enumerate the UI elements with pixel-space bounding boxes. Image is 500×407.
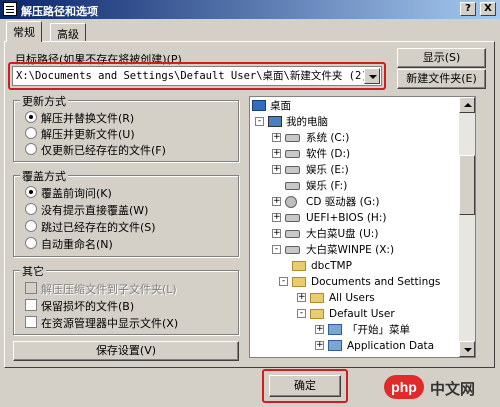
radio-update-existing[interactable]: [25, 143, 37, 155]
computer-icon: [268, 116, 282, 127]
checkbox-extract-to-subfolder[interactable]: [25, 282, 37, 294]
close-button[interactable]: X: [480, 2, 496, 16]
app-icon: [3, 2, 17, 16]
tab-advanced[interactable]: 高级: [50, 23, 86, 41]
folder-icon: [328, 340, 342, 351]
folder-icon: [292, 261, 306, 271]
radio-extract-replace[interactable]: [25, 111, 37, 123]
radio-overwrite-without-prompt-label: 没有提示直接覆盖(W): [41, 204, 149, 217]
tree-scrollbar[interactable]: [459, 97, 475, 357]
scroll-down-icon[interactable]: [459, 341, 475, 357]
highlight-box-path: [8, 62, 386, 90]
expand-icon[interactable]: +: [297, 293, 306, 302]
radio-ask-before-overwrite[interactable]: [25, 186, 37, 198]
new-folder-button[interactable]: 新建文件夹(E): [397, 69, 486, 89]
expand-icon[interactable]: +: [315, 325, 324, 334]
drive-icon: [285, 230, 300, 238]
drive-icon: [285, 166, 300, 174]
radio-extract-replace-label: 解压并替换文件(R): [41, 112, 135, 125]
radio-update-existing-label: 仅更新已经存在的文件(F): [41, 144, 166, 157]
cd-drive-icon: [285, 196, 297, 208]
checkbox-extract-to-subfolder-label: 解压压缩文件到子文件夹(L): [41, 283, 177, 296]
checkbox-show-in-explorer-label: 在资源管理器中显示文件(X): [41, 317, 179, 330]
scroll-thumb[interactable]: [459, 155, 475, 215]
radio-extract-update-label: 解压并更新文件(U): [41, 128, 135, 141]
collapse-icon[interactable]: -: [255, 117, 264, 126]
collapse-icon[interactable]: -: [272, 245, 281, 254]
drive-icon: [285, 182, 300, 190]
title-bar: 解压路径和选项 ? X: [0, 0, 500, 19]
radio-auto-rename-label: 自动重命名(N): [41, 238, 113, 251]
watermark-text: 中文网: [430, 380, 476, 398]
radio-overwrite-without-prompt[interactable]: [25, 203, 37, 215]
radio-skip-existing[interactable]: [25, 220, 37, 232]
watermark: php 中文网: [384, 373, 492, 403]
drive-icon: [285, 150, 300, 158]
folder-icon: [292, 277, 306, 287]
scroll-up-icon[interactable]: [459, 97, 475, 113]
watermark-logo: php: [384, 375, 424, 399]
save-settings-button[interactable]: 保存设置(V): [13, 341, 239, 361]
expand-icon[interactable]: +: [272, 197, 281, 206]
window-title: 解压路径和选项: [21, 5, 98, 18]
drive-icon: [285, 214, 300, 222]
expand-icon[interactable]: +: [272, 133, 281, 142]
radio-ask-before-overwrite-label: 覆盖前询问(K): [41, 187, 112, 200]
misc-title: 其它: [20, 263, 46, 279]
radio-auto-rename[interactable]: [25, 237, 37, 249]
expand-icon[interactable]: +: [272, 149, 281, 158]
collapse-icon[interactable]: -: [297, 309, 306, 318]
expand-icon[interactable]: +: [272, 213, 281, 222]
drive-icon: [285, 246, 300, 254]
folder-tree[interactable]: 桌面 - 我的电脑 + 系统 (C:) + 软件 (D:) + 娱乐 (E:) …: [249, 96, 476, 358]
checkbox-keep-broken-files[interactable]: [25, 299, 37, 311]
checkbox-show-in-explorer[interactable]: [25, 316, 37, 328]
drive-icon: [285, 134, 300, 142]
tab-general[interactable]: 常规: [6, 21, 42, 42]
show-button[interactable]: 显示(S): [397, 48, 486, 68]
overwrite-mode-title: 覆盖方式: [20, 168, 68, 184]
desktop-icon: [252, 100, 266, 111]
folder-icon: [328, 324, 342, 335]
radio-extract-update[interactable]: [25, 127, 37, 139]
collapse-icon[interactable]: -: [279, 277, 288, 286]
highlight-box-ok: [262, 369, 348, 403]
expand-icon[interactable]: +: [272, 165, 281, 174]
folder-icon: [310, 309, 324, 319]
folder-icon: [310, 293, 324, 303]
update-mode-title: 更新方式: [20, 93, 68, 109]
help-button[interactable]: ?: [460, 2, 476, 16]
expand-icon[interactable]: +: [315, 341, 324, 350]
checkbox-keep-broken-files-label: 保留损坏的文件(B): [41, 300, 135, 313]
radio-skip-existing-label: 跳过已经存在的文件(S): [41, 221, 156, 234]
expand-icon[interactable]: +: [272, 229, 281, 238]
